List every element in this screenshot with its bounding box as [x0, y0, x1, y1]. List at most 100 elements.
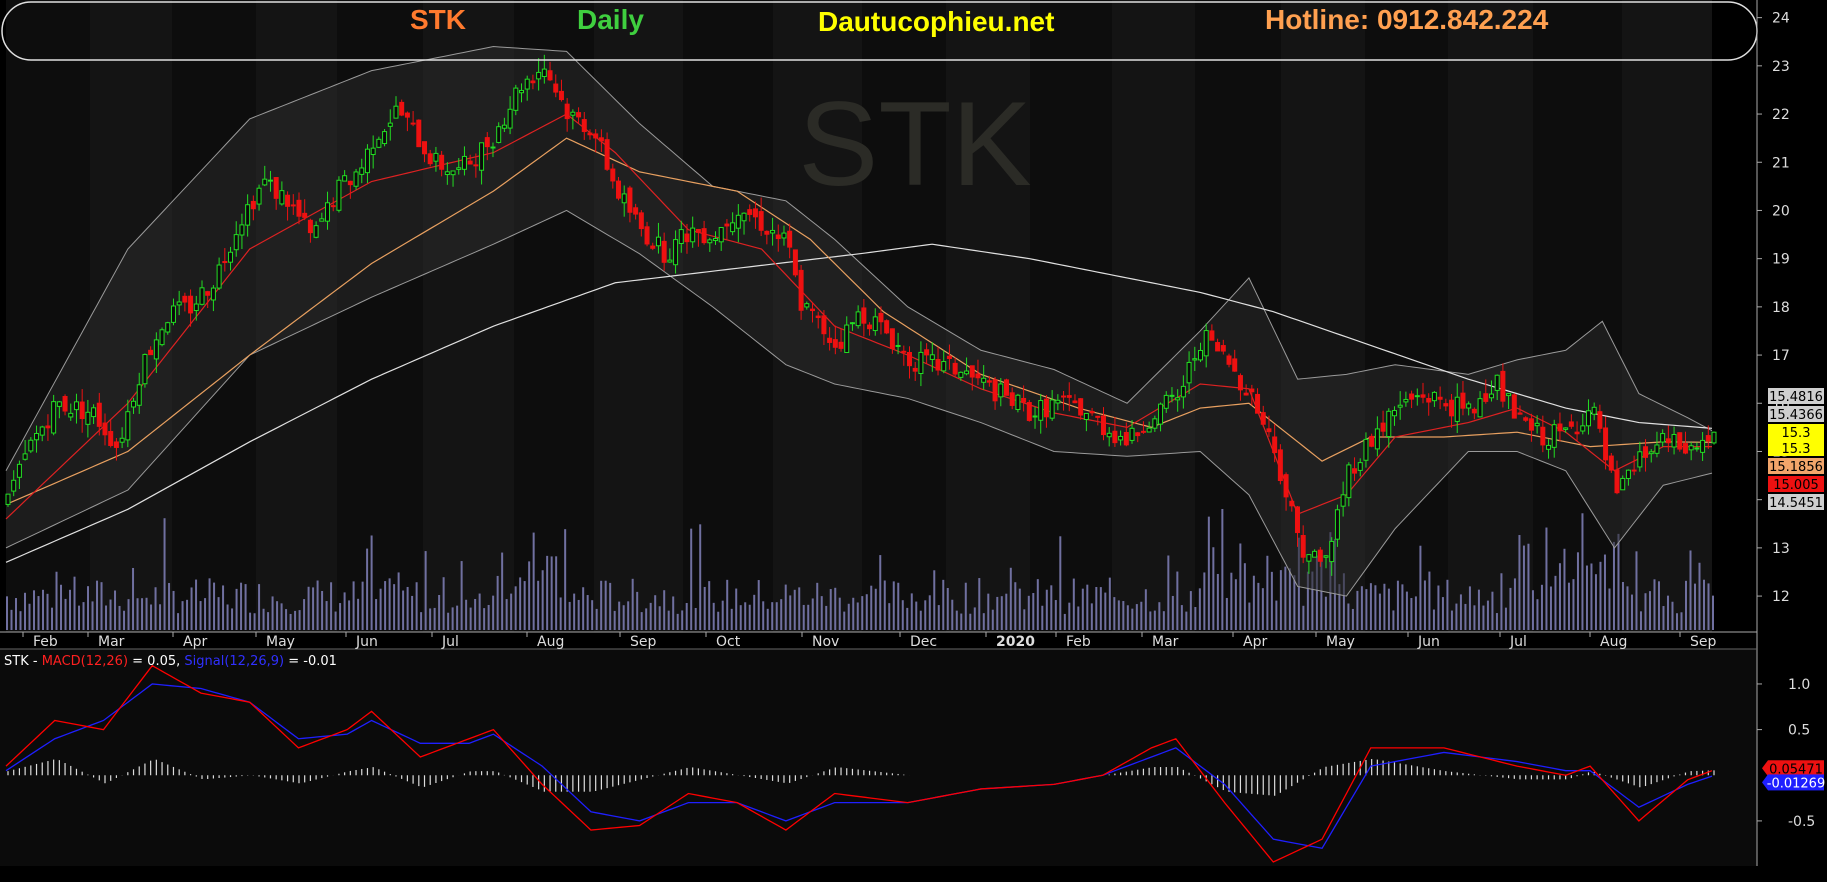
candle-body [861, 307, 867, 324]
volume-bar [231, 608, 234, 630]
volume-bar [870, 585, 873, 630]
volume-bar [1536, 599, 1539, 630]
candle-body [1306, 554, 1312, 562]
volume-bar [253, 613, 256, 630]
volume-bar [1180, 605, 1183, 630]
candle-body [450, 170, 456, 176]
date-tick-label: May [1326, 634, 1355, 650]
volume-bar [199, 601, 202, 630]
volume-bar [721, 600, 724, 630]
volume-bar [1167, 555, 1170, 630]
volume-bar [492, 595, 495, 630]
volume-bar [699, 524, 702, 630]
candle-body [541, 68, 547, 78]
candle-body [1049, 399, 1055, 419]
date-tick-label: Oct [716, 634, 741, 650]
volume-bar [739, 605, 742, 630]
candle-body [1648, 451, 1654, 455]
volume-bar [532, 532, 535, 630]
candle-body [1363, 438, 1369, 461]
volume-bar [379, 588, 382, 630]
candle-body [1506, 393, 1512, 397]
candle-body [975, 373, 981, 379]
candle-body [205, 291, 211, 296]
volume-bar [141, 598, 144, 630]
candle-body [1021, 397, 1027, 403]
volume-bar [51, 607, 54, 630]
price-badge-label: 15.3 [1782, 426, 1811, 441]
candle-body [1158, 403, 1164, 425]
volume-bar [1239, 543, 1242, 630]
volume-bar [496, 575, 499, 630]
volume-bar [330, 582, 333, 630]
volume-bar [874, 588, 877, 630]
volume-bar [856, 602, 859, 630]
volume-bar [1158, 602, 1161, 630]
candle-body [1374, 428, 1380, 450]
volume-bar [1059, 536, 1062, 630]
volume-bar [1081, 588, 1084, 630]
volume-bar [114, 590, 117, 630]
volume-bar [478, 593, 481, 630]
candle-body [1255, 393, 1261, 414]
volume-bar [1419, 545, 1422, 630]
header-site: Dautucophieu.net [818, 6, 1054, 37]
candle-body [1631, 469, 1637, 472]
candle-body [1551, 424, 1557, 448]
volume-bar [865, 594, 868, 630]
candle-body [1580, 425, 1586, 432]
volume-bar [1252, 575, 1255, 630]
volume-bar [24, 592, 27, 630]
volume-bar [361, 581, 364, 630]
volume-bar [1045, 589, 1048, 630]
volume-bar [982, 613, 985, 630]
volume-bar [1495, 613, 1498, 630]
volume-bar [604, 580, 607, 630]
date-tick-label: Jun [355, 634, 378, 650]
candle-body [1688, 445, 1694, 451]
volume-bar [1423, 580, 1426, 630]
price-badge-label: 15.005 [1773, 478, 1819, 493]
candle-body [906, 351, 912, 367]
candle-body [1135, 432, 1141, 437]
candle-body [992, 379, 998, 402]
volume-bar [1171, 595, 1174, 630]
volume-bar [762, 601, 765, 630]
candle-body [849, 322, 855, 325]
candle-body [1431, 391, 1437, 402]
volume-bar [897, 582, 900, 630]
volume-bar [163, 518, 166, 630]
candle-body [946, 355, 952, 360]
volume-bar [1630, 594, 1633, 630]
volume-bar [937, 605, 940, 630]
candle-body [422, 141, 428, 155]
price-tick-label: 21 [1772, 155, 1790, 171]
candle-body [1386, 410, 1392, 437]
candle-body [1700, 439, 1706, 453]
date-tick-label: Sep [630, 634, 657, 650]
candle-body [1585, 410, 1591, 427]
candle-body [1175, 397, 1181, 401]
date-tick-label: Jul [1509, 634, 1527, 650]
volume-bar [640, 612, 643, 630]
candle-body [684, 233, 690, 243]
candle-body [918, 351, 924, 375]
volume-bar [37, 596, 40, 630]
volume-bar [1302, 605, 1305, 630]
macd-tick-label: 1.0 [1788, 677, 1810, 693]
volume-bar [15, 598, 18, 630]
volume-bar [834, 587, 837, 630]
volume-bar [298, 610, 301, 630]
volume-bar [168, 583, 171, 630]
volume-bar [919, 610, 922, 630]
candle-body [1500, 370, 1506, 402]
volume-bar [1437, 585, 1440, 630]
candle-body [1471, 408, 1477, 414]
candle-body [1266, 428, 1272, 433]
candle-body [1637, 451, 1643, 468]
volume-bar [294, 610, 297, 630]
macd-badge-label: -0.01269 [1767, 776, 1825, 791]
candle-body [325, 202, 331, 222]
volume-bar [82, 602, 85, 630]
candle-body [1574, 431, 1580, 435]
